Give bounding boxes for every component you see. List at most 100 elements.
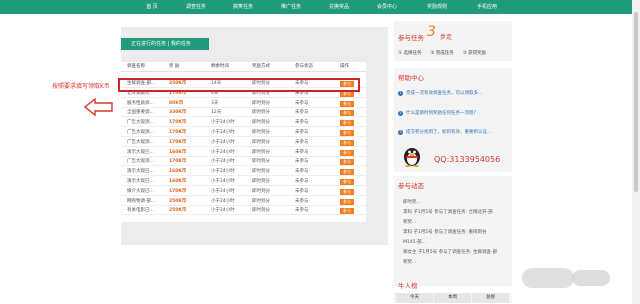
cell-reward: 170K币	[169, 120, 187, 126]
cell-status: 未参与	[295, 120, 309, 126]
qq-number[interactable]: QQ:3133954056	[434, 155, 500, 164]
help-num-2: 2	[398, 111, 403, 116]
join-button[interactable]: 参与	[340, 208, 354, 215]
steps-suffix: 步走	[440, 34, 453, 41]
join-button[interactable]: 参与	[340, 198, 354, 205]
cell-time: 小于24小时	[211, 159, 235, 165]
activity-item: M145-部...	[403, 240, 426, 245]
table-row: 网购物调-部... 250K币 小于24小时 即时到分 未参与 参与	[121, 198, 366, 206]
nav-home[interactable]: 首 页	[128, 0, 176, 14]
nav-member-center[interactable]: 会员中心	[363, 0, 411, 14]
cell-name[interactable]: 全国重要调...	[127, 109, 154, 117]
join-button[interactable]: 参与	[340, 100, 354, 107]
page-scrollbar-thumb[interactable]	[634, 12, 638, 192]
join-button[interactable]: 参与	[340, 149, 354, 156]
blurred-region	[522, 268, 574, 288]
table-row: 广告大观测... 170K币 小于24小时 即时到分 未参与 参与	[121, 129, 366, 137]
nav-mobile-app[interactable]: 手机应用	[463, 0, 511, 14]
join-button[interactable]: 参与	[340, 130, 354, 136]
cell-name[interactable]: 广告大观测...	[127, 139, 154, 147]
activity-item: 积奖...	[403, 220, 417, 225]
help-link-3[interactable]: 3 提交积分找到了，如何有效，重要积认证...	[398, 129, 491, 135]
cell-name[interactable]: 演示大观已...	[127, 178, 154, 186]
blurred-region	[572, 270, 610, 286]
nav-reward-rules[interactable]: 奖励规则	[413, 0, 461, 14]
steps-list: ① 选择任务 ② 完成任务 ③ 获得奖励	[398, 50, 486, 56]
nav-survey-tasks[interactable]: 调查任务	[172, 0, 220, 14]
cell-method: 即时到分	[252, 169, 270, 175]
cell-name[interactable]: 有关电影已...	[127, 207, 154, 215]
cell-method: 即时到分	[252, 120, 270, 126]
cell-method: 即时到分	[252, 159, 270, 165]
nav-funny-tasks[interactable]: 搞笑任务	[219, 0, 267, 14]
cell-reward: 170K币	[169, 130, 187, 135]
nav-redeem-prizes[interactable]: 兑换奖品	[315, 0, 363, 14]
cell-time: 小于24小时	[211, 149, 235, 155]
step-2: ② 完成任务	[430, 51, 454, 56]
cell-time: 12天	[211, 110, 222, 116]
step-3: ③ 获得奖励	[462, 51, 487, 56]
cell-name[interactable]: 广告大观测...	[127, 129, 154, 137]
cell-status: 未参与	[295, 100, 309, 106]
cell-time: 小于24小时	[211, 208, 235, 214]
cell-reward: 160K币	[169, 149, 187, 155]
cell-reward: 330K币	[169, 110, 187, 116]
cell-name[interactable]: 演示大观已...	[127, 168, 154, 176]
help-title: 帮助中心	[398, 74, 424, 82]
cell-name[interactable]: 服务性质调...	[127, 100, 154, 108]
join-button[interactable]: 参与	[340, 179, 354, 185]
help-link-2-text: 什么是即时到奖励任何任务一流程?	[406, 111, 476, 116]
table-row: 媒介大观已... 170K币 小于24小时 即时到分 未参与 参与	[121, 188, 366, 196]
activity-item: 即时奖...	[403, 200, 421, 205]
join-button[interactable]: 参与	[340, 110, 354, 117]
cell-name[interactable]: 网购物调-部...	[127, 198, 155, 206]
qq-penguin-icon	[404, 148, 420, 167]
help-link-1[interactable]: 1 完成一次有效调查任务，可以领取多...	[398, 90, 482, 96]
join-button[interactable]: 参与	[340, 159, 354, 166]
steps-title: 参与任务	[398, 34, 424, 42]
cell-time: 小于24小时	[211, 120, 235, 126]
cell-reward: 250K币	[169, 208, 187, 214]
cell-reward: 80K币	[169, 100, 184, 106]
table-row: 全国重要调... 330K币 12天 即时到分 未参与 参与	[121, 109, 366, 118]
cell-method: 即时到分	[252, 130, 270, 135]
cell-name[interactable]: 媒介大观已...	[127, 188, 154, 196]
join-button[interactable]: 参与	[340, 120, 354, 127]
help-link-2[interactable]: 2 什么是即时到奖励任何任务一流程?	[398, 110, 476, 116]
cell-name[interactable]: 广告大观测...	[127, 158, 154, 166]
cell-reward: 250K币	[169, 198, 187, 204]
rank-tab-total[interactable]: 总榜	[472, 293, 509, 303]
cell-method: 即时到分	[252, 110, 270, 116]
activity-item: 李科 子1月5号 参与了调查任务: 重阳到谷	[403, 230, 487, 235]
activity-item: 积奖...	[403, 260, 417, 265]
cell-time: 小于24小时	[211, 179, 235, 184]
join-button[interactable]: 参与	[340, 169, 354, 176]
join-button[interactable]: 参与	[340, 139, 354, 146]
rank-tab-week[interactable]: 本周	[434, 293, 471, 303]
cell-status: 未参与	[295, 198, 309, 204]
col-reward-header: 奖 励	[169, 64, 180, 69]
table-row: 有关电影已... 250K币 小于24小时 即时到分 未参与 参与	[121, 207, 366, 216]
rank-title: 牛人榜	[398, 282, 418, 290]
join-button[interactable]: 参与	[340, 188, 354, 195]
rank-tab-today[interactable]: 今天	[396, 293, 433, 303]
cell-name[interactable]: 演示大观已...	[127, 149, 154, 157]
cell-method: 即时到分	[252, 179, 270, 184]
cell-reward: 170K币	[169, 159, 187, 165]
page-title-tab[interactable]: 正在进行的任务 | 我的任务	[121, 38, 209, 50]
help-num-3: 3	[398, 130, 403, 135]
nav-promo-tasks[interactable]: 推广任务	[267, 0, 315, 14]
cell-time: 小于24小时	[211, 130, 235, 135]
cell-time: 小于24小时	[211, 139, 235, 145]
cell-name[interactable]: 广告大观测...	[127, 119, 154, 127]
highlight-box	[118, 78, 360, 92]
table-row: 演示大观已... 160K币 小于24小时 即时到分 未参与 参与	[121, 149, 366, 157]
table-header: 调查名称 奖 励 剩余时间 奖励方式 参与状态 操作	[121, 62, 366, 72]
steps-number: 3	[427, 24, 436, 40]
col-time-header: 剩余时间	[211, 64, 229, 69]
table-row: 服务性质调... 80K币 3天 即时到分 未参与 参与	[121, 100, 366, 108]
help-num-1: 1	[398, 91, 403, 96]
step-1: ① 选择任务	[398, 51, 422, 56]
cell-status: 未参与	[295, 110, 309, 116]
col-name-header: 调查名称	[127, 64, 145, 69]
